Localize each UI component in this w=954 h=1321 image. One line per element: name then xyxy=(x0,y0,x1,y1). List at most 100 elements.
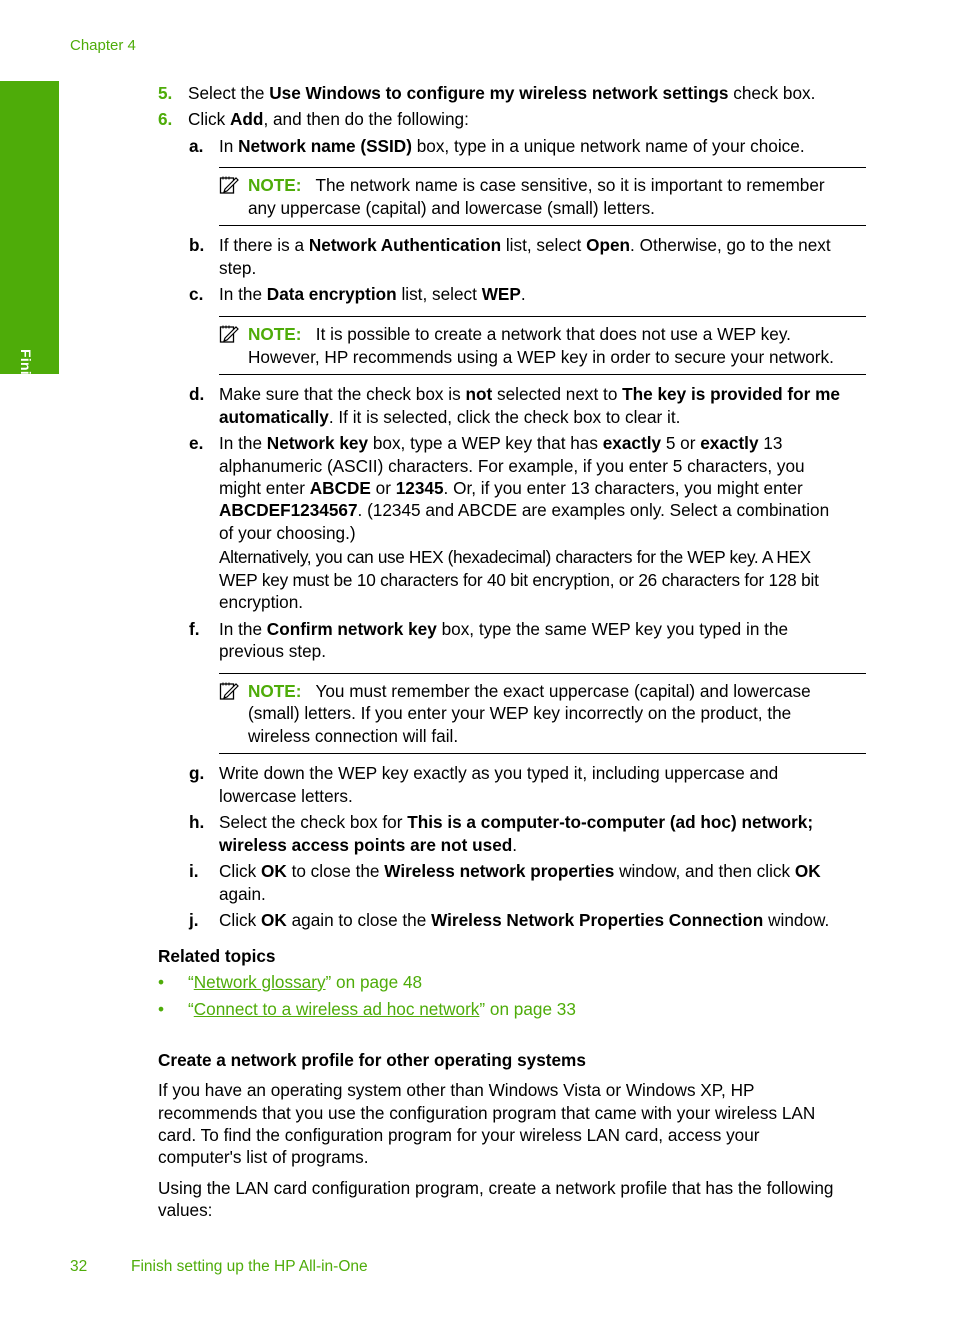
substep-text: In the Data encryption list, select WEP. xyxy=(219,283,526,305)
text: It is possible to create a network that … xyxy=(315,324,791,344)
page-number: 32 xyxy=(70,1258,88,1275)
paragraph-line: Using the LAN card configuration program… xyxy=(158,1178,834,1198)
text: In the xyxy=(219,433,267,453)
ui-label: WEP xyxy=(481,284,521,304)
substep-letter: a. xyxy=(189,136,204,156)
example-value: ABCDE xyxy=(309,478,371,498)
footer-title: Finish setting up the HP All-in-One xyxy=(131,1258,368,1275)
step-text: Select the Use Windows to configure my w… xyxy=(188,82,815,104)
text: Click xyxy=(188,109,231,129)
ui-label: automatically xyxy=(219,407,329,427)
note-line: (small) letters. If you enter your WEP k… xyxy=(248,703,792,723)
letter: g xyxy=(189,763,200,783)
ui-label: OK xyxy=(794,861,821,881)
related-link-line: “Connect to a wireless ad hoc network” o… xyxy=(188,998,576,1020)
substep-text: might enter ABCDE or 12345. Or, if you e… xyxy=(219,477,803,499)
note-label: NOTE: xyxy=(248,681,302,701)
substep-text: step. xyxy=(219,258,257,278)
network-glossary-link[interactable]: Network glossary xyxy=(194,972,326,992)
text: might enter xyxy=(219,478,310,498)
ui-label: Add xyxy=(230,109,264,129)
text: In the xyxy=(219,284,267,304)
substep-text: In the Network key box, type a WEP key t… xyxy=(219,432,782,454)
text: box, type in a unique network name of yo… xyxy=(411,136,805,156)
note-line: NOTE: You must remember the exact upperc… xyxy=(248,680,811,702)
paragraph-line: computer's list of programs. xyxy=(158,1147,369,1167)
ui-label: Confirm network key xyxy=(266,619,437,639)
ui-label: Network key xyxy=(266,433,369,453)
substep-letter: h. xyxy=(189,812,205,832)
text: . xyxy=(520,284,526,304)
substep-text: previous step. xyxy=(219,641,327,661)
substep-letter: b. xyxy=(189,235,205,255)
substep-text: again. xyxy=(219,884,266,904)
text: box, type the same WEP key you typed in … xyxy=(436,619,789,639)
text: , and then do the following: xyxy=(263,109,469,129)
step-number: 5. xyxy=(158,83,173,103)
divider xyxy=(219,225,866,226)
note-label: NOTE: xyxy=(248,324,302,344)
ui-label: Use Windows to configure my wireless net… xyxy=(269,83,729,103)
substep-letter: e. xyxy=(189,433,204,453)
text: again to close the xyxy=(286,910,432,930)
text: window, and then click xyxy=(614,861,795,881)
text: In xyxy=(219,136,239,156)
substep-letter: f. xyxy=(189,619,200,639)
substep-text: Make sure that the check box is not sele… xyxy=(219,383,840,405)
note-label: NOTE: xyxy=(248,175,302,195)
paragraph-line: If you have an operating system other th… xyxy=(158,1080,755,1100)
text: Click xyxy=(219,910,262,930)
text: check box. xyxy=(728,83,816,103)
substep-letter: c. xyxy=(189,284,204,304)
substep-text: wireless access points are not used. xyxy=(219,834,517,856)
substep-text: Select the check box for This is a compu… xyxy=(219,811,813,833)
substep-text: alphanumeric (ASCII) characters. For exa… xyxy=(219,456,805,476)
divider xyxy=(219,374,866,375)
related-link-line: “Network glossary” on page 48 xyxy=(188,971,422,993)
ui-label: OK xyxy=(261,861,287,881)
text: list, select xyxy=(501,235,587,255)
note-line: NOTE: The network name is case sensitive… xyxy=(248,174,825,196)
text: The network name is case sensitive, so i… xyxy=(315,175,825,195)
ui-label: Data encryption xyxy=(266,284,397,304)
substep-text: Click OK again to close the Wireless Net… xyxy=(219,909,829,931)
ui-label: This is a computer-to-computer (ad hoc) … xyxy=(407,812,814,832)
text: In the xyxy=(219,619,267,639)
substep-text: Write down the WEP key exactly as you ty… xyxy=(219,763,779,783)
text: box, type a WEP key that has xyxy=(368,433,603,453)
text: Select the check box for xyxy=(219,812,408,832)
text: . (12345 and ABCDE are examples only. Se… xyxy=(357,500,830,520)
ui-label: OK xyxy=(261,910,287,930)
side-tab: Finish setup xyxy=(0,81,59,435)
paragraph-line: card. To find the configuration program … xyxy=(158,1125,760,1145)
note-line: wireless connection will fail. xyxy=(248,726,459,746)
substep-letter: i. xyxy=(189,861,199,881)
substep-text: Click OK to close the Wireless network p… xyxy=(219,860,821,882)
ui-label: Open xyxy=(586,235,631,255)
connect-ad-hoc-link[interactable]: Connect to a wireless ad hoc network xyxy=(194,999,480,1019)
text: . Or, if you enter 13 characters, you mi… xyxy=(443,478,803,498)
related-topics-heading: Related topics xyxy=(158,946,276,966)
text: to close the xyxy=(286,861,385,881)
letter: j xyxy=(189,910,194,930)
text: 13 xyxy=(758,433,783,453)
substep-letter: d. xyxy=(189,384,205,404)
divider xyxy=(219,167,866,168)
ui-label: Wireless Network Properties Connection xyxy=(431,910,764,930)
ui-label: Wireless network properties xyxy=(384,861,615,881)
page-reference: ” on page 48 xyxy=(325,972,423,992)
emphasis: exactly xyxy=(700,433,759,453)
text: If there is a xyxy=(219,235,309,255)
substep-text: If there is a Network Authentication lis… xyxy=(219,234,831,256)
ui-label: wireless access points are not used xyxy=(219,835,513,855)
note-icon xyxy=(219,176,239,194)
page-reference: ” on page 33 xyxy=(479,999,576,1019)
emphasis: not xyxy=(465,384,493,404)
text: or xyxy=(370,478,396,498)
substep-letter: g. xyxy=(189,763,205,783)
substep-text: lowercase letters. xyxy=(219,786,353,806)
section-heading: Create a network profile for other opera… xyxy=(158,1050,586,1070)
emphasis: exactly xyxy=(602,433,662,453)
letter: h xyxy=(189,812,200,832)
letter: b xyxy=(189,235,200,255)
